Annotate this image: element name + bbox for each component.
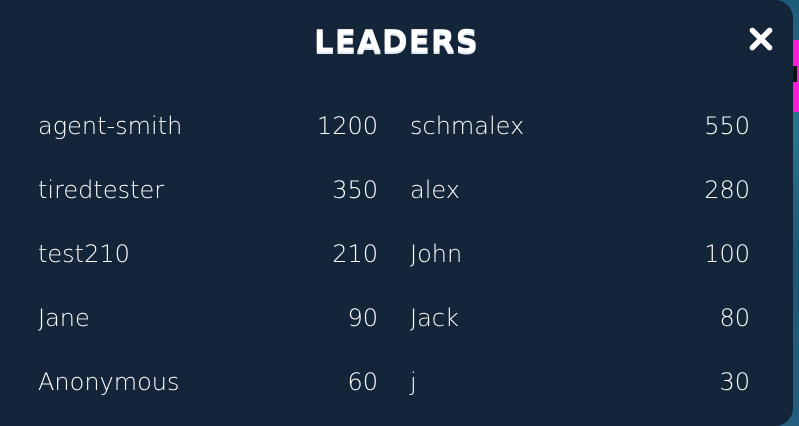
- leader-score: 90: [347, 304, 378, 332]
- leaderboard: agent-smith 1200 schmalex 550 tiredteste…: [38, 106, 750, 406]
- leader-score: 350: [332, 176, 378, 204]
- leader-score: 60: [347, 368, 378, 396]
- leader-score: 80: [719, 304, 750, 332]
- leader-row: j 30: [410, 362, 750, 402]
- leader-row: Anonymous 60: [38, 362, 378, 402]
- leader-row: schmalex 550: [410, 106, 750, 146]
- leader-row: Jane 90: [38, 298, 378, 338]
- leader-row: John 100: [410, 234, 750, 274]
- modal-title: LEADERS: [313, 24, 480, 60]
- leader-name: Jack: [410, 304, 459, 332]
- leader-score: 210: [332, 240, 378, 268]
- leader-name: agent-smith: [38, 112, 183, 140]
- leader-name: test210: [38, 240, 130, 268]
- leader-name: Jane: [38, 304, 90, 332]
- leader-name: tiredtester: [38, 176, 165, 204]
- leader-row: tiredtester 350: [38, 170, 378, 210]
- leader-score: 280: [704, 176, 750, 204]
- leader-row: Jack 80: [410, 298, 750, 338]
- leader-name: j: [410, 368, 417, 396]
- leader-score: 550: [704, 112, 750, 140]
- leader-name: John: [410, 240, 463, 268]
- close-button[interactable]: [746, 24, 776, 54]
- leader-row: test210 210: [38, 234, 378, 274]
- leaders-modal: LEADERS agent-smith 1200 schmalex 550 ti…: [0, 0, 793, 426]
- leader-score: 30: [719, 368, 750, 396]
- leader-name: alex: [410, 176, 460, 204]
- leader-row: agent-smith 1200: [38, 106, 378, 146]
- leader-name: schmalex: [410, 112, 525, 140]
- leader-row: alex 280: [410, 170, 750, 210]
- close-icon: [749, 27, 773, 51]
- leader-name: Anonymous: [38, 368, 180, 396]
- leader-score: 100: [704, 240, 750, 268]
- leader-score: 1200: [316, 112, 378, 140]
